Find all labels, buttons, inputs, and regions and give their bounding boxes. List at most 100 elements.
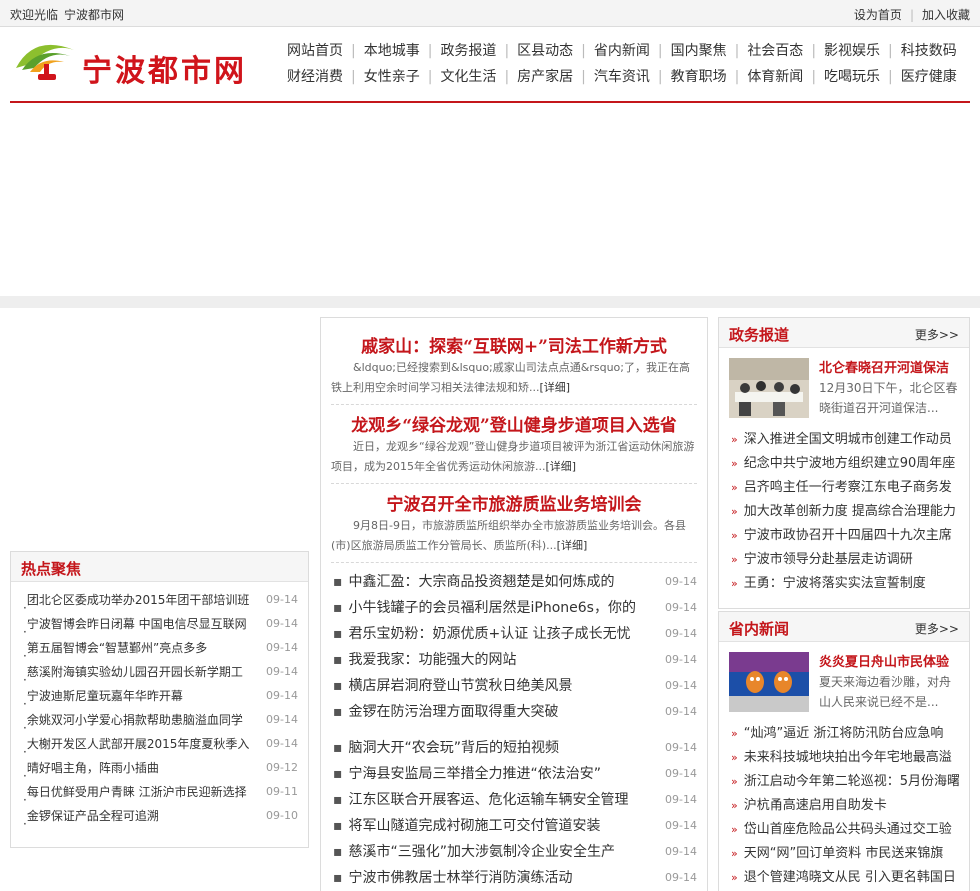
nav-link[interactable]: 网站首页 (279, 40, 351, 60)
nav-link[interactable]: 影视娱乐 (816, 40, 888, 60)
hot-item-title[interactable]: 宁波智博会昨日闭幕 中国电信尽显互联网 (27, 612, 255, 636)
side-news-item[interactable]: » 加大改革创新力度 提高综合治理能力 (731, 500, 959, 524)
sand-sculpture-photo[interactable] (729, 652, 809, 712)
hot-list-item[interactable]: ·金锣保证产品全程可追溯 09-10 (23, 804, 298, 831)
nav-link[interactable]: 体育新闻 (739, 66, 811, 86)
news-list-item[interactable]: ▪ 金锣在防污治理方面取得重大突破 09-14 (333, 699, 697, 725)
headline-link[interactable]: 龙观乡“绿谷龙观”登山健身步道项目入选省 (321, 411, 707, 437)
side-news-title[interactable]: 未来科技城地块拍出今年宅地最高溢 (744, 750, 952, 765)
news-title[interactable]: 君乐宝奶粉：奶源优质+认证 让孩子成长无忧 (349, 626, 631, 642)
hot-list-item[interactable]: ·宁波智博会昨日闭幕 中国电信尽显互联网 09-14 (23, 612, 298, 639)
side-news-title[interactable]: 宁波市政协召开十四届四十九次主席 (744, 528, 952, 543)
side-news-title[interactable]: 王勇：宁波将落实实法宣誓制度 (744, 576, 926, 591)
gov-feature-title[interactable]: 北仑春晓召开河道保洁 (819, 357, 949, 376)
nav-link[interactable]: 省内新闻 (586, 40, 658, 60)
gov-feature[interactable]: 北仑春晓召开河道保洁 12月30日下午，北仑区春晓街道召开河道保洁... (719, 348, 969, 420)
side-news-item[interactable]: » 沪杭甬高速启用自助发卡 (731, 794, 959, 818)
side-news-item[interactable]: » 纪念中共宁波地方组织建立90周年座 (731, 452, 959, 476)
news-title[interactable]: 将军山隧道完成衬砌施工可交付管道安装 (349, 818, 601, 834)
hot-list-item[interactable]: ·每日优鲜受用户青睐 江浙沪市民迎新选择 09-11 (23, 780, 298, 807)
prov-feature[interactable]: 炎炎夏日舟山市民体验 夏天来海边看沙雕，对舟山人民来说已经不是... (719, 642, 969, 714)
news-title[interactable]: 小牛钱罐子的会员福利居然是iPhone6s，你的 (349, 600, 636, 616)
add-favorite-link[interactable]: 加入收藏 (922, 8, 970, 22)
hot-item-title[interactable]: 金锣保证产品全程可追溯 (27, 804, 255, 828)
nav-link[interactable]: 区县动态 (509, 40, 581, 60)
side-news-item[interactable]: » 岱山首座危险品公共码头通过交工验 (731, 818, 959, 842)
hot-item-title[interactable]: 大榭开发区人武部开展2015年度夏秋季入 (27, 732, 255, 756)
detail-link[interactable]: [详细] (540, 381, 571, 394)
side-news-title[interactable]: 沪杭甬高速启用自助发卡 (744, 798, 887, 813)
news-list-item[interactable]: ▪ 宁波市佛教居士林举行消防演练活动 09-14 (333, 865, 697, 891)
detail-link[interactable]: [详细] (545, 460, 576, 473)
nav-link[interactable]: 文化生活 (432, 66, 504, 86)
side-news-title[interactable]: “灿鸿”逼近 浙江将防汛防台应急响 (744, 726, 944, 741)
side-news-title[interactable]: 纪念中共宁波地方组织建立90周年座 (744, 456, 956, 471)
news-list-item[interactable]: ▪ 宁海县安监局三举措全力推进“依法治安” 09-14 (333, 761, 697, 787)
news-title[interactable]: 江东区联合开展客运、危化运输车辆安全管理 (349, 792, 629, 808)
nav-link[interactable]: 财经消费 (279, 66, 351, 86)
side-news-title[interactable]: 宁波市领导分赴基层走访调研 (744, 552, 913, 567)
hot-list-item[interactable]: ·第五届智博会“智慧鄞州”亮点多多 09-14 (23, 636, 298, 663)
news-title[interactable]: 金锣在防污治理方面取得重大突破 (349, 704, 559, 720)
news-title[interactable]: 我爱我家：功能强大的网站 (349, 652, 517, 668)
hot-item-title[interactable]: 第五届智博会“智慧鄞州”亮点多多 (27, 636, 255, 660)
side-news-item[interactable]: » 王勇：宁波将落实实法宣誓制度 (731, 572, 959, 596)
news-title[interactable]: 横店屏岩洞府登山节赏秋日绝美风景 (349, 678, 573, 694)
news-list-item[interactable]: ▪ 中鑫汇盈：大宗商品投资翘楚是如何炼成的 09-14 (333, 569, 697, 595)
side-news-item[interactable]: » 深入推进全国文明城市创建工作动员 (731, 428, 959, 452)
headline-link[interactable]: 宁波召开全市旅游质监业务培训会 (321, 490, 707, 516)
hot-list-item[interactable]: ·晴好唱主角，阵雨小插曲 09-12 (23, 756, 298, 783)
gov-more-link[interactable]: 更多>> (915, 326, 959, 343)
side-news-item[interactable]: » 宁波市领导分赴基层走访调研 (731, 548, 959, 572)
prov-more-link[interactable]: 更多>> (915, 620, 959, 637)
side-news-item[interactable]: » 浙江启动今年第二轮巡视：5月份海曙 (731, 770, 959, 794)
side-news-title[interactable]: 退个管建鸿晓文从民 引入更名韩国日 (744, 870, 956, 885)
side-news-item[interactable]: » 宁波市政协召开十四届四十九次主席 (731, 524, 959, 548)
nav-link[interactable]: 汽车资讯 (586, 66, 658, 86)
hot-item-title[interactable]: 晴好唱主角，阵雨小插曲 (27, 756, 255, 780)
news-title[interactable]: 宁海县安监局三举措全力推进“依法治安” (349, 766, 602, 782)
side-news-title[interactable]: 吕齐鸣主任一行考察江东电子商务发 (744, 480, 952, 495)
hot-list-item[interactable]: ·团北仑区委成功举办2015年团干部培训班 09-14 (23, 588, 298, 615)
side-news-title[interactable]: 岱山首座危险品公共码头通过交工验 (744, 822, 952, 837)
news-title[interactable]: 脑洞大开“农会玩”背后的短拍视频 (349, 740, 560, 756)
hot-item-title[interactable]: 宁波迪斯尼童玩嘉年华昨开幕 (27, 684, 255, 708)
side-news-item[interactable]: » 未来科技城地块拍出今年宅地最高溢 (731, 746, 959, 770)
nav-link[interactable]: 女性亲子 (356, 66, 428, 86)
news-title[interactable]: 慈溪市“三强化”加大涉氨制冷企业安全生产 (349, 844, 616, 860)
nav-link[interactable]: 本地城事 (356, 40, 428, 60)
detail-link[interactable]: [详细] (557, 539, 588, 552)
side-news-item[interactable]: » 吕齐鸣主任一行考察江东电子商务发 (731, 476, 959, 500)
meeting-photo[interactable] (729, 358, 809, 418)
side-news-title[interactable]: 加大改革创新力度 提高综合治理能力 (744, 504, 956, 519)
nav-link[interactable]: 国内聚焦 (663, 40, 735, 60)
hot-list-item[interactable]: ·余姚双河小学爱心捐款帮助患脑溢血同学 09-14 (23, 708, 298, 735)
nav-link[interactable]: 房产家居 (509, 66, 581, 86)
nav-link[interactable]: 政务报道 (432, 40, 504, 60)
hot-list-item[interactable]: ·慈溪附海镇实验幼儿园召开园长新学期工 09-14 (23, 660, 298, 687)
news-list-item[interactable]: ▪ 将军山隧道完成衬砌施工可交付管道安装 09-14 (333, 813, 697, 839)
side-news-item[interactable]: » 天网“网”回订单资料 市民送来锦旗 (731, 842, 959, 866)
nav-link[interactable]: 吃喝玩乐 (816, 66, 888, 86)
side-news-title[interactable]: 天网“网”回订单资料 市民送来锦旗 (744, 846, 944, 861)
nav-link[interactable]: 医疗健康 (893, 66, 965, 86)
news-title[interactable]: 宁波市佛教居士林举行消防演练活动 (349, 870, 573, 886)
news-list-item[interactable]: ▪ 江东区联合开展客运、危化运输车辆安全管理 09-14 (333, 787, 697, 813)
nav-link[interactable]: 科技数码 (893, 40, 965, 60)
hot-list-item[interactable]: ·大榭开发区人武部开展2015年度夏秋季入 09-14 (23, 732, 298, 759)
side-news-item[interactable]: » “灿鸿”逼近 浙江将防汛防台应急响 (731, 722, 959, 746)
hot-item-title[interactable]: 余姚双河小学爱心捐款帮助患脑溢血同学 (27, 708, 255, 732)
news-list-item[interactable]: ▪ 我爱我家：功能强大的网站 09-14 (333, 647, 697, 673)
nav-link[interactable]: 社会百态 (739, 40, 811, 60)
headline-link[interactable]: 戚家山：探索“互联网+”司法工作新方式 (321, 332, 707, 358)
hot-item-title[interactable]: 慈溪附海镇实验幼儿园召开园长新学期工 (27, 660, 255, 684)
set-home-link[interactable]: 设为首页 (854, 8, 902, 22)
side-news-title[interactable]: 深入推进全国文明城市创建工作动员 (744, 432, 952, 447)
news-list-item[interactable]: ▪ 君乐宝奶粉：奶源优质+认证 让孩子成长无忧 09-14 (333, 621, 697, 647)
news-list-item[interactable]: ▪ 横店屏岩洞府登山节赏秋日绝美风景 09-14 (333, 673, 697, 699)
hot-list-item[interactable]: ·宁波迪斯尼童玩嘉年华昨开幕 09-14 (23, 684, 298, 711)
prov-feature-title[interactable]: 炎炎夏日舟山市民体验 (819, 651, 949, 670)
news-list-item[interactable]: ▪ 慈溪市“三强化”加大涉氨制冷企业安全生产 09-14 (333, 839, 697, 865)
nav-link[interactable]: 教育职场 (663, 66, 735, 86)
hot-item-title[interactable]: 每日优鲜受用户青睐 江浙沪市民迎新选择 (27, 780, 255, 804)
